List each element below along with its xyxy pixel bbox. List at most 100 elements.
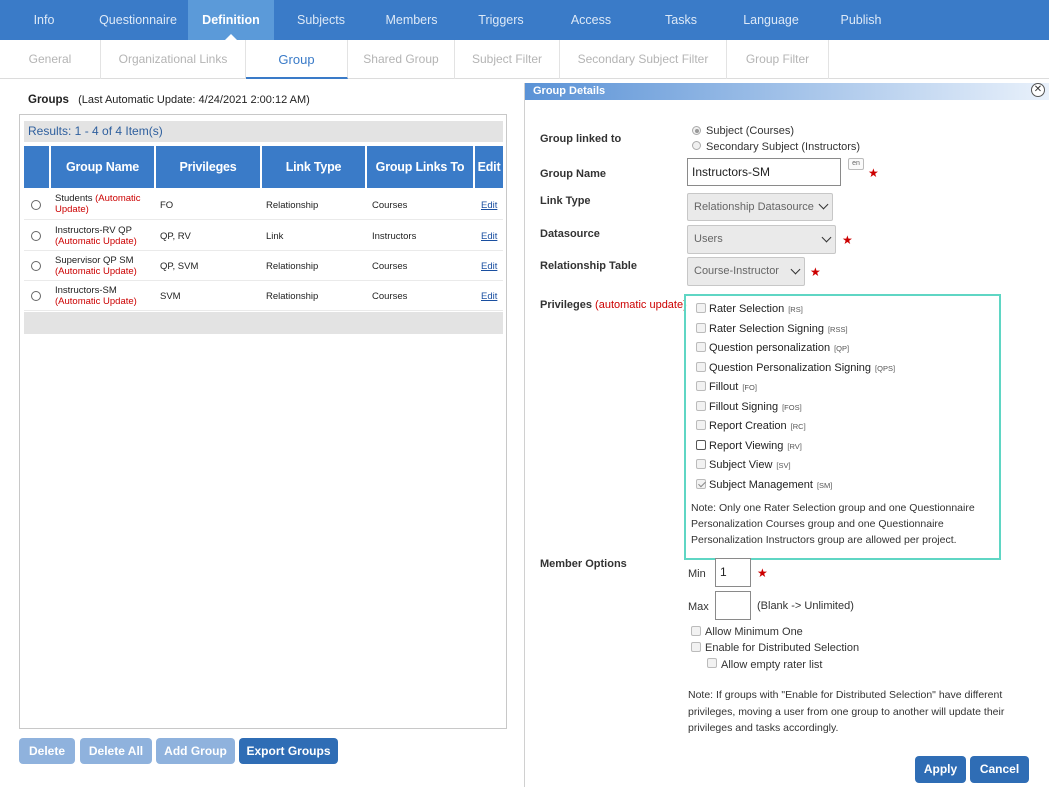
- row-auto-update: (Automatic Update): [55, 236, 137, 247]
- subtab-secondary-subject-filter[interactable]: Secondary Subject Filter: [560, 40, 727, 79]
- linked-subject-radio[interactable]: [692, 126, 701, 135]
- row-link-type: Link: [266, 231, 284, 242]
- last-update: (Last Automatic Update: 4/24/2021 2:00:1…: [78, 94, 310, 106]
- priv-sv-checkbox[interactable]: [696, 459, 706, 469]
- priv-fo-checkbox[interactable]: [696, 381, 706, 391]
- row-link-type: Relationship: [266, 261, 319, 272]
- row-select-radio[interactable]: [31, 231, 41, 241]
- linked-secondary-radio[interactable]: [692, 141, 701, 150]
- subtab-group-filter[interactable]: Group Filter: [727, 40, 829, 79]
- tab-access[interactable]: Access: [547, 0, 635, 40]
- privileges-label: Privileges (automatic update): [540, 299, 687, 311]
- tab-definition[interactable]: Definition: [188, 0, 274, 41]
- allow-minimum-one-checkbox[interactable]: [691, 626, 701, 636]
- tab-questionnaire[interactable]: Questionnaire: [88, 0, 188, 40]
- row-edit-link[interactable]: Edit: [481, 261, 497, 272]
- row-link-type: Relationship: [266, 200, 319, 211]
- subtab-organizational-links[interactable]: Organizational Links: [101, 40, 246, 79]
- group-name-label: Group Name: [540, 168, 607, 180]
- row-link-type: Relationship: [266, 291, 319, 302]
- tab-publish[interactable]: Publish: [815, 0, 907, 40]
- tab-triggers[interactable]: Triggers: [455, 0, 547, 40]
- header-group-name[interactable]: Group Name: [51, 146, 154, 188]
- row-edit-link[interactable]: Edit: [481, 200, 497, 211]
- row-name-text: Instructors-SM: [55, 285, 117, 296]
- required-star-icon: ★: [757, 566, 768, 580]
- delete-all-button[interactable]: Delete All: [80, 738, 152, 764]
- priv-rs-checkbox[interactable]: [696, 303, 706, 313]
- row-select-radio[interactable]: [31, 200, 41, 210]
- priv-qp-checkbox[interactable]: [696, 342, 706, 352]
- priv-rs-label: Rater Selection [RS]: [709, 303, 803, 315]
- row-privileges: QP, SVM: [160, 261, 199, 272]
- groups-table-panel: Results: 1 - 4 of 4 Item(s) Group Name P…: [19, 114, 507, 729]
- row-select-radio[interactable]: [31, 261, 41, 271]
- datasource-select[interactable]: Users: [687, 225, 836, 254]
- row-name-text: Students: [55, 193, 93, 204]
- row-group-name: Supervisor QP SM (Automatic Update): [55, 255, 165, 277]
- tab-language[interactable]: Language: [727, 0, 815, 40]
- priv-qps-checkbox[interactable]: [696, 362, 706, 372]
- relationship-table-select[interactable]: Course-Instructor: [687, 257, 805, 286]
- priv-rc-checkbox[interactable]: [696, 420, 706, 430]
- max-hint: (Blank -> Unlimited): [757, 600, 854, 612]
- group-name-input[interactable]: Instructors-SM: [687, 158, 841, 186]
- row-links-to: Instructors: [372, 231, 417, 242]
- priv-rv-checkbox[interactable]: [696, 440, 706, 450]
- row-group-name: Students (Automatic Update): [55, 193, 155, 215]
- results-count: Results: 1 - 4 of 4 Item(s): [24, 121, 503, 142]
- row-name-text: Supervisor QP SM: [55, 255, 134, 266]
- priv-fos-checkbox[interactable]: [696, 401, 706, 411]
- subtab-group[interactable]: Group: [246, 40, 348, 79]
- row-edit-link[interactable]: Edit: [481, 231, 497, 242]
- close-icon[interactable]: ✕: [1031, 83, 1045, 97]
- header-privileges[interactable]: Privileges: [156, 146, 260, 188]
- min-label: Min: [688, 568, 706, 580]
- row-privileges: SVM: [160, 291, 181, 302]
- member-options-label: Member Options: [540, 558, 627, 570]
- table-row: Supervisor QP SM (Automatic Update) QP, …: [24, 251, 503, 281]
- row-edit-link[interactable]: Edit: [481, 291, 497, 302]
- header-select: [24, 146, 49, 188]
- group-details-title: Group Details: [525, 83, 1049, 100]
- priv-rv-label: Report Viewing [RV]: [709, 440, 802, 452]
- min-input[interactable]: 1: [715, 558, 751, 587]
- groups-title: Groups: [28, 94, 69, 106]
- row-auto-update: (Automatic Update): [55, 266, 137, 277]
- subtab-shared-group[interactable]: Shared Group: [348, 40, 455, 79]
- row-select-radio[interactable]: [31, 291, 41, 301]
- table-row: Instructors-SM (Automatic Update) SVM Re…: [24, 281, 503, 311]
- subtab-general[interactable]: General: [0, 40, 101, 79]
- datasource-value: Users: [694, 233, 723, 245]
- max-input[interactable]: [715, 591, 751, 620]
- add-group-button[interactable]: Add Group: [156, 738, 235, 764]
- header-link-type[interactable]: Link Type: [262, 146, 365, 188]
- priv-rss-checkbox[interactable]: [696, 323, 706, 333]
- relationship-table-label: Relationship Table: [540, 260, 637, 272]
- cancel-button[interactable]: Cancel: [970, 756, 1029, 783]
- relationship-table-value: Course-Instructor: [694, 265, 779, 277]
- apply-button[interactable]: Apply: [915, 756, 966, 783]
- header-group-links-to[interactable]: Group Links To: [367, 146, 473, 188]
- priv-qps-label: Question Personalization Signing [QPS]: [709, 362, 896, 374]
- tab-subjects[interactable]: Subjects: [274, 0, 368, 40]
- linked-secondary-label: Secondary Subject (Instructors): [706, 141, 861, 153]
- table-row: Students (Automatic Update) FO Relations…: [24, 190, 503, 220]
- delete-button[interactable]: Delete: [19, 738, 75, 764]
- tab-info[interactable]: Info: [0, 0, 88, 40]
- subtab-subject-filter[interactable]: Subject Filter: [455, 40, 560, 79]
- privileges-auto-update: (automatic update): [595, 299, 687, 311]
- allow-empty-checkbox[interactable]: [707, 658, 717, 668]
- linked-subject-label: Subject (Courses): [706, 125, 795, 137]
- tab-tasks[interactable]: Tasks: [635, 0, 727, 40]
- priv-sm-checkbox[interactable]: [696, 479, 706, 489]
- distributed-selection-checkbox[interactable]: [691, 642, 701, 652]
- tab-members[interactable]: Members: [368, 0, 455, 40]
- header-edit: Edit: [475, 146, 503, 188]
- language-badge[interactable]: en: [848, 158, 864, 170]
- link-type-select[interactable]: Relationship Datasource: [687, 193, 833, 221]
- group-linked-to-label: Group linked to: [540, 133, 622, 145]
- export-groups-button[interactable]: Export Groups: [239, 738, 338, 764]
- table-row: Instructors-RV QP (Automatic Update) QP,…: [24, 221, 503, 251]
- row-name-text: Instructors-RV QP: [55, 225, 132, 236]
